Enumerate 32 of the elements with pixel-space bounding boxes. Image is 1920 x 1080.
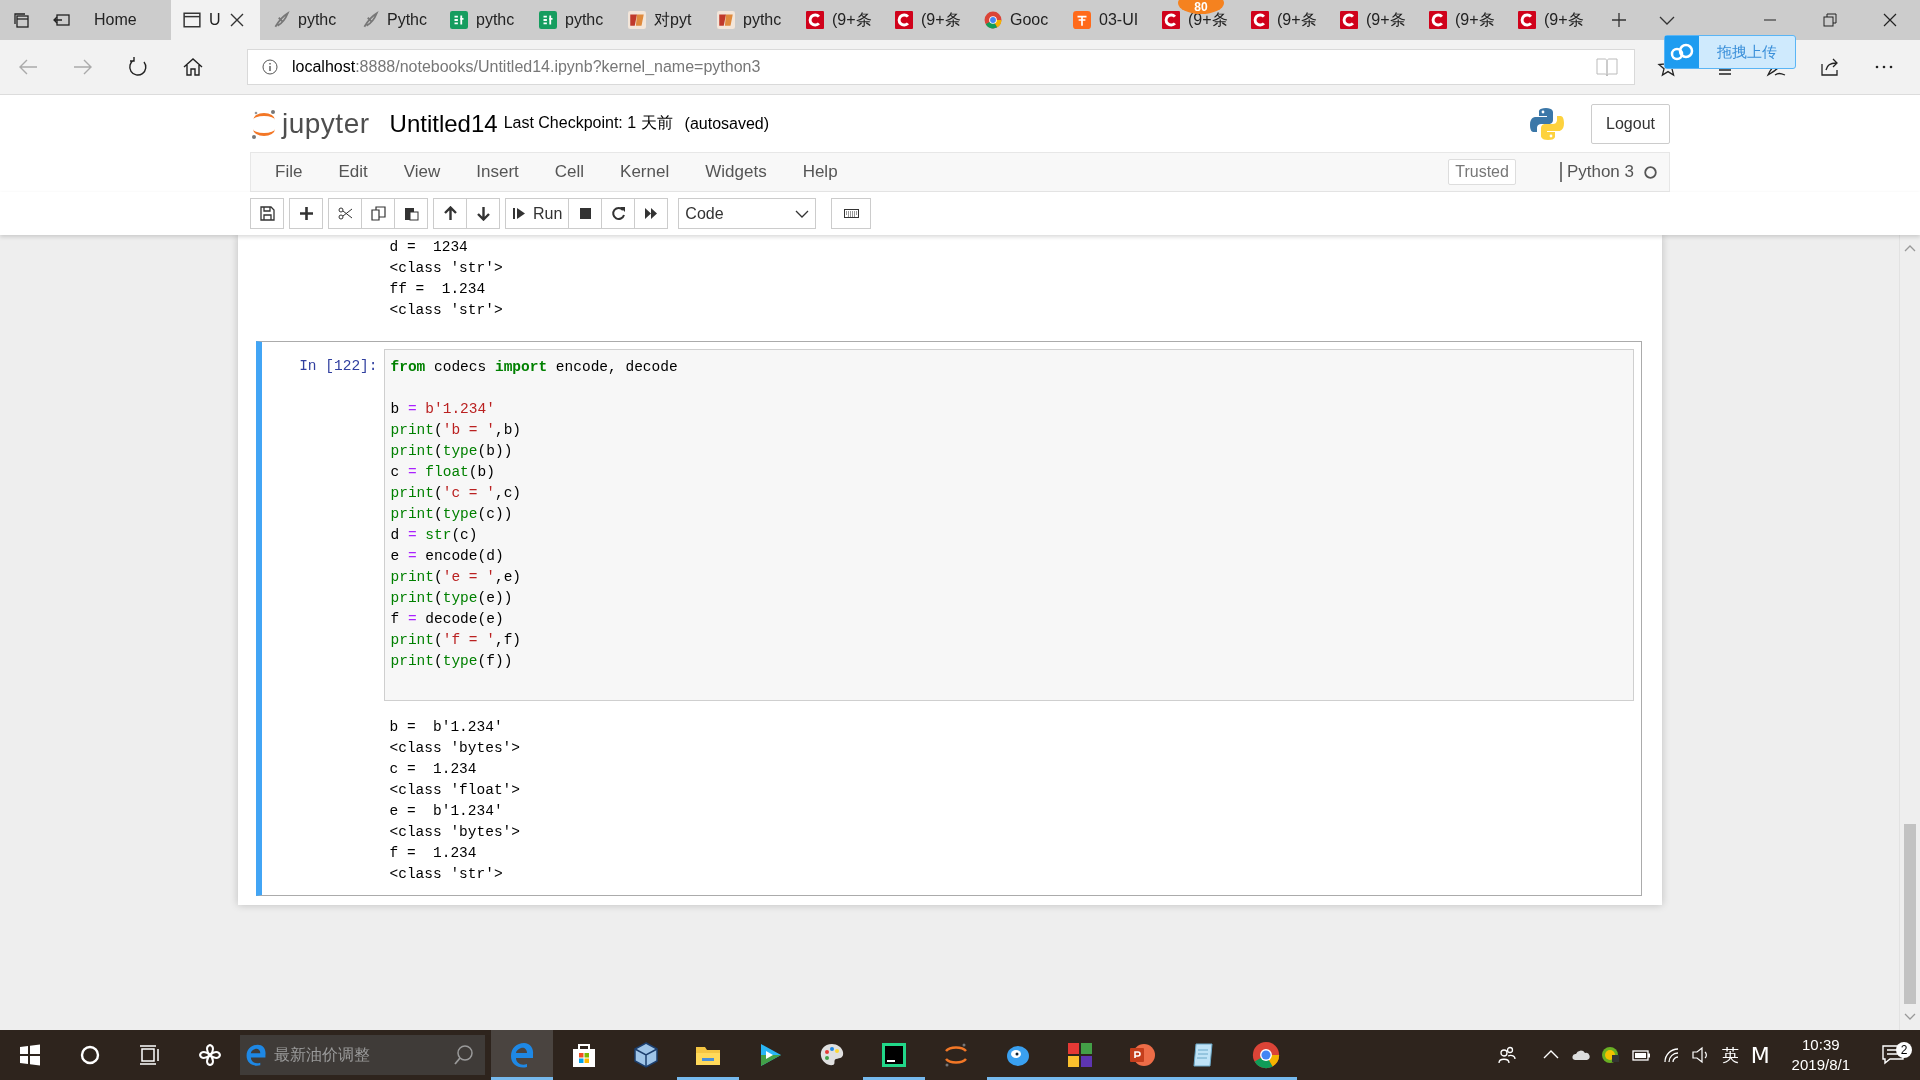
output-line: ff = 1.234 — [389, 280, 487, 299]
code-line: print(type(b)) — [390, 442, 514, 461]
code-line: f = decode(e) — [390, 610, 505, 629]
output-line: b = b'1.234' — [389, 718, 504, 737]
code-line: d = str(c) — [390, 526, 479, 545]
output-line: <class 'float'> — [389, 781, 522, 800]
checkpoint-text: Last Checkpoint: 1 天前 — [503, 113, 673, 133]
code-line: c = float(b) — [390, 463, 496, 482]
output-line: d = 1234 — [389, 238, 469, 257]
output-line: <class 'str'> — [389, 865, 504, 884]
code-line: print(type(c)) — [390, 505, 514, 524]
code-line: print(type(e)) — [390, 589, 514, 608]
code-line: b = b'1.234' — [390, 400, 496, 419]
code-line: e = encode(d) — [390, 547, 505, 566]
output-line: <class 'bytes'> — [389, 739, 522, 758]
output-line: c = 1.234 — [389, 760, 478, 779]
output-line: e = b'1.234' — [389, 802, 504, 821]
output-line: <class 'bytes'> — [389, 823, 522, 842]
output-line: <class 'str'> — [389, 259, 504, 278]
input-prompt: In [122]: — [298, 357, 379, 376]
kernel-name: Python 3 — [1559, 162, 1634, 182]
logo-text: jupyter — [282, 107, 370, 140]
code-line: print('e = ',e) — [390, 568, 523, 587]
code-line: print('b = ',b) — [390, 421, 523, 440]
code-line: print(type(f)) — [390, 652, 514, 671]
output-line: <class 'str'> — [389, 301, 504, 320]
output-line: f = 1.234 — [389, 844, 478, 863]
code-line: print('f = ',f) — [390, 631, 523, 650]
code-line: from codecs import encode, decode — [390, 358, 679, 377]
code-line: print('c = ',c) — [390, 484, 523, 503]
url-text: localhost:8888/notebooks/Untitled14.ipynb?kernel_name=python3 — [292, 58, 761, 76]
autosave-status: (autosaved) — [684, 114, 770, 133]
